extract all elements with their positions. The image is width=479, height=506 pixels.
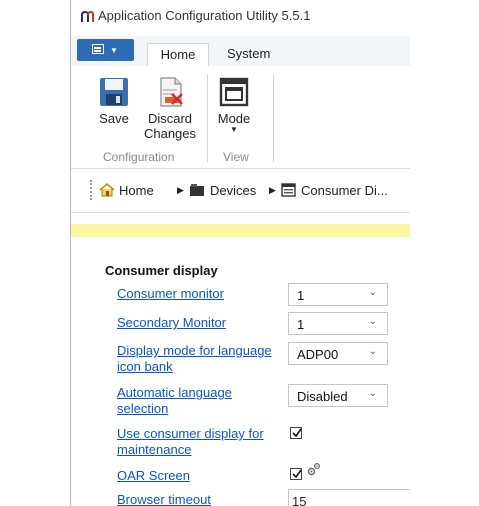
ribbon-panel: Save Discard Changes Mode ▼ Configuratio… [71,66,410,169]
ribbon-tab-bar: ▼ Home System [71,36,410,67]
save-label: Save [99,111,129,126]
consumer-monitor-select[interactable]: 1 ⌄ [288,283,388,306]
display-mode-value: ADP00 [297,347,339,362]
app-logo-icon [81,10,94,23]
automatic-language-value: Disabled [297,389,348,404]
application-menu-button[interactable]: ▼ [77,39,134,61]
browser-timeout-input[interactable]: 15 [288,489,410,506]
group-label-configuration: Configuration [103,150,175,164]
display-mode-select[interactable]: ADP00 ⌄ [288,342,388,365]
breadcrumb-devices[interactable]: Devices [210,183,256,198]
mode-button[interactable]: Mode ▼ [211,76,257,134]
ribbon-group-separator [207,74,208,162]
mode-icon [219,77,249,107]
automatic-language-label[interactable]: Automatic language selection [117,385,279,417]
chevron-down-icon: ⌄ [368,388,377,399]
breadcrumb-separator-icon: ▶ [177,185,184,195]
devices-icon [190,184,204,196]
consumer-monitor-label[interactable]: Consumer monitor [117,286,279,302]
save-button[interactable]: Save [93,76,135,126]
discard-changes-button[interactable]: Discard Changes [135,76,205,141]
secondary-monitor-value: 1 [297,317,305,332]
toolbar-grip [90,180,93,200]
browser-timeout-label[interactable]: Browser timeout [117,492,279,506]
app-menu-icon [92,44,104,54]
discard-label-line1: Discard [147,111,193,126]
breadcrumb-separator-icon: ▶ [269,185,276,195]
use-consumer-display-label[interactable]: Use consumer display for maintenance [117,426,279,458]
oar-screen-checkbox[interactable] [290,468,302,480]
notification-bar [71,224,410,237]
gears-icon[interactable] [307,462,321,476]
chevron-down-icon: ⌄ [368,287,377,298]
home-icon [99,182,115,197]
browser-timeout-value: 15 [292,494,307,506]
display-mode-label[interactable]: Display mode for language icon bank [117,343,279,375]
tab-system[interactable]: System [227,46,270,61]
automatic-language-select[interactable]: Disabled ⌄ [288,384,388,407]
discard-label-line2: Changes [143,126,197,141]
discard-changes-icon [160,77,183,107]
checkmark-icon [292,428,302,438]
checkmark-icon [292,469,302,479]
section-title: Consumer display [105,263,218,278]
consumer-display-icon [281,183,296,197]
dropdown-arrow-icon: ▼ [110,46,118,55]
tab-home[interactable]: Home [147,43,209,67]
ribbon-group-separator [273,74,274,162]
oar-screen-label[interactable]: OAR Screen [117,468,279,484]
use-consumer-display-checkbox[interactable] [290,427,302,439]
chevron-down-icon: ⌄ [368,316,377,327]
secondary-monitor-select[interactable]: 1 ⌄ [288,312,388,335]
breadcrumb-consumer-display[interactable]: Consumer Di... [301,183,388,198]
mode-label: Mode [217,111,251,126]
chevron-down-icon: ⌄ [368,346,377,357]
mode-dropdown-arrow-icon: ▼ [230,125,238,134]
app-window: Application Configuration Utility 5.5.1 … [70,0,410,506]
title-bar: Application Configuration Utility 5.5.1 [71,0,410,36]
group-label-view: View [223,150,249,164]
breadcrumb: Home ▶ Devices ▶ Consumer Di... [71,170,410,213]
window-title: Application Configuration Utility 5.5.1 [98,8,311,23]
consumer-monitor-value: 1 [297,288,305,303]
breadcrumb-home[interactable]: Home [119,183,154,198]
save-icon [100,78,128,106]
secondary-monitor-label[interactable]: Secondary Monitor [117,315,279,331]
